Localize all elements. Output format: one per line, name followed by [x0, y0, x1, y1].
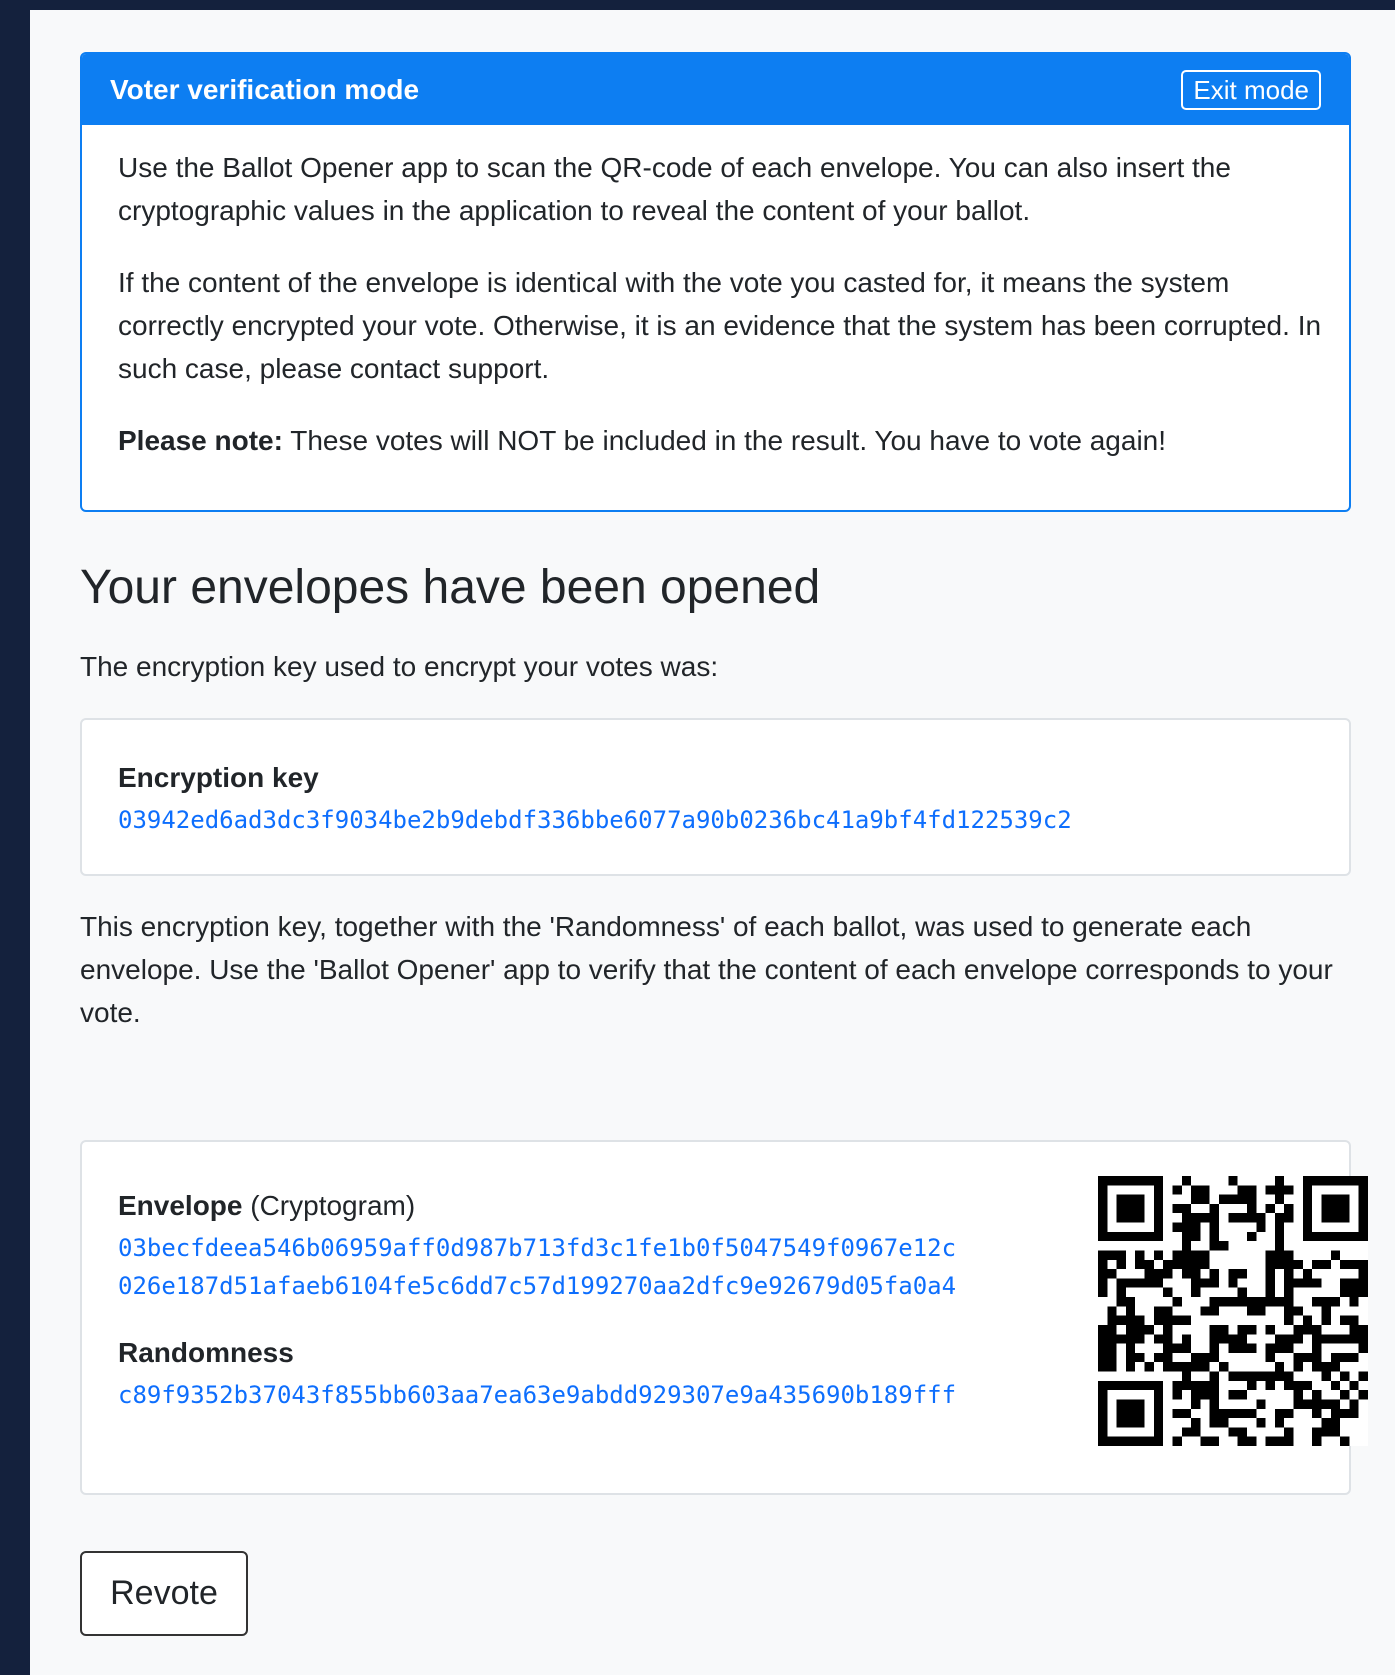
envelope-card: Envelope (Cryptogram) 03becfdeea546b0695…: [80, 1140, 1368, 1495]
revote-button[interactable]: Revote: [80, 1551, 248, 1636]
encryption-key-label: Encryption key: [118, 762, 319, 793]
exit-mode-button[interactable]: Exit mode: [1181, 70, 1321, 110]
randomness-value: c89f9352b37043f855bb603aa7ea63e9abdd9293…: [118, 1381, 957, 1409]
envelope-value-line2: 026e187d51afaeb6104fe5c6dd7c57d199270aa2…: [118, 1272, 957, 1300]
randomness-label: Randomness: [118, 1337, 294, 1368]
panel-header: Voter verification mode Exit mode: [82, 54, 1349, 125]
note-bold: Please note:: [118, 425, 283, 456]
intro-text: The encryption key used to encrypt your …: [80, 651, 719, 682]
verification-panel: Voter verification mode Exit mode Use th…: [80, 52, 1351, 512]
page-title: Your envelopes have been opened: [80, 561, 821, 614]
note-text: These votes will NOT be included in the …: [282, 425, 1167, 456]
panel-title: Voter verification mode: [110, 74, 420, 105]
envelope-label-suffix: (Cryptogram): [242, 1190, 416, 1221]
encryption-key-value: 03942ed6ad3dc3f9034be2b9debdf336bbe6077a…: [118, 806, 1072, 834]
page: Voter verification mode Exit mode Use th…: [30, 10, 1395, 1675]
envelope-label: Envelope: [118, 1190, 243, 1221]
panel-paragraph-scan: Use the Ballot Opener app to scan the QR…: [118, 152, 1231, 226]
panel-paragraph-identical: If the content of the envelope is identi…: [118, 267, 1322, 384]
qr-code-icon: [1098, 1176, 1368, 1446]
envelope-value-line1: 03becfdeea546b06959aff0d987b713fd3c1fe1b…: [118, 1234, 957, 1262]
panel-note: Please note: These votes will NOT be inc…: [118, 419, 1328, 462]
explanation-text: This encryption key, together with the '…: [80, 911, 1333, 1028]
envelope-heading: Envelope (Cryptogram): [118, 1190, 415, 1222]
encryption-key-card: Encryption key 03942ed6ad3dc3f9034be2b9d…: [80, 718, 1351, 876]
